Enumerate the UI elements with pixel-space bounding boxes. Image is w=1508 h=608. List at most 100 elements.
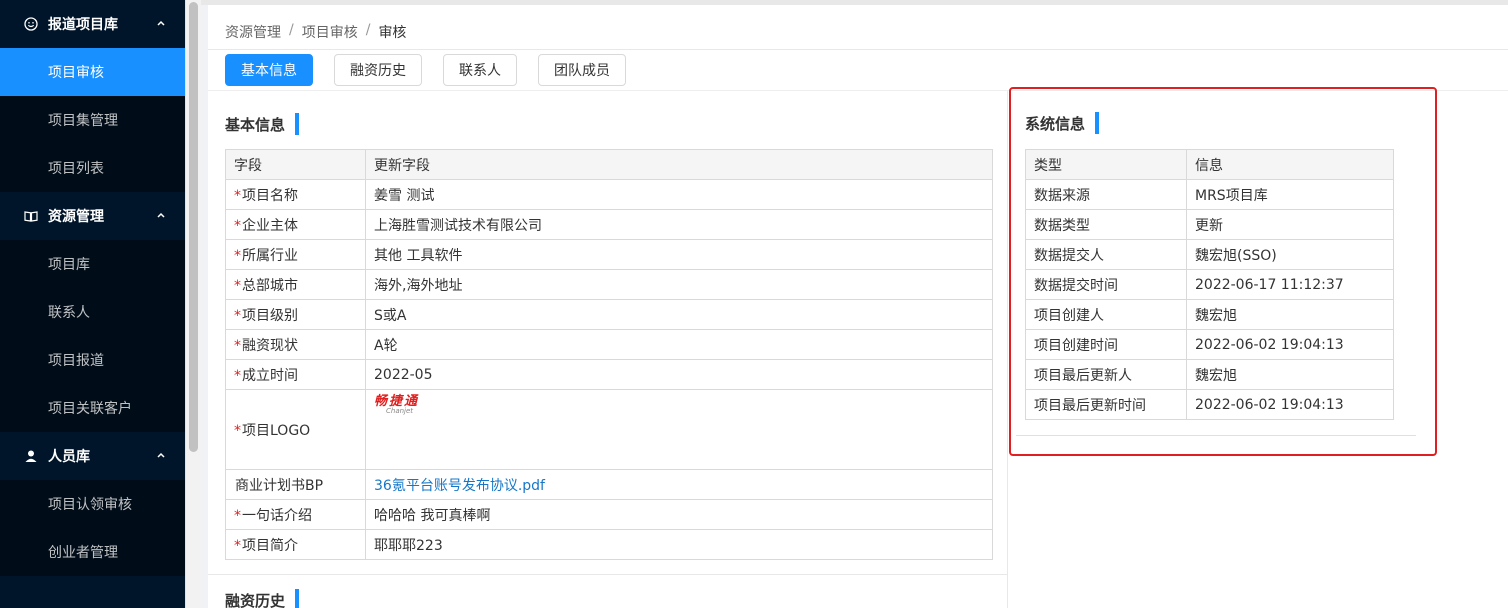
sidebar-scrollbar[interactable] bbox=[185, 0, 201, 608]
section-title-text: 系统信息 bbox=[1025, 114, 1086, 133]
table-row: *项目简介 耶耶耶223 bbox=[225, 529, 993, 560]
value-cell: 上海胜雪测试技术有限公司 bbox=[365, 209, 993, 240]
title-accent-bar bbox=[1095, 112, 1100, 134]
table-row: *一句话介绍 哈哈哈 我可真棒啊 bbox=[225, 499, 993, 530]
sidebar-group-label: 资源管理 bbox=[48, 209, 104, 225]
field-cell: *所属行业 bbox=[225, 239, 366, 270]
sidebar-item-contacts[interactable]: 联系人 bbox=[0, 288, 185, 336]
column-header: 类型 bbox=[1025, 149, 1187, 180]
sidebar-item-project-library[interactable]: 项目库 bbox=[0, 240, 185, 288]
tab-contacts[interactable]: 联系人 bbox=[443, 54, 517, 86]
value-cell: S或A bbox=[365, 299, 993, 330]
section-title-text: 融资历史 bbox=[225, 591, 286, 608]
basic-info-table: 字段 更新字段 *项目名称 姜雪 测试 *企业主体 上海胜雪测试技术有限公司 *… bbox=[225, 149, 993, 560]
sidebar-item-project-set[interactable]: 项目集管理 bbox=[0, 96, 185, 144]
info-cell: 魏宏旭 bbox=[1186, 299, 1394, 330]
column-header: 字段 bbox=[225, 149, 366, 180]
logo-cell: 畅捷通 Chanjet bbox=[365, 389, 993, 470]
sidebar-item-claim-review[interactable]: 项目认领审核 bbox=[0, 480, 185, 528]
table-row: *融资现状 A轮 bbox=[225, 329, 993, 360]
info-cell: 更新 bbox=[1186, 209, 1394, 240]
value-cell: 姜雪 测试 bbox=[365, 179, 993, 210]
sidebar-group-resource-management[interactable]: 资源管理 bbox=[0, 192, 185, 240]
main-area: 资源管理 / 项目审核 / 审核 基本信息 融资历史 联系人 团队成员 基本信息… bbox=[201, 0, 1508, 608]
type-cell: 项目创建时间 bbox=[1025, 329, 1187, 360]
sidebar-item-project-report[interactable]: 项目报道 bbox=[0, 336, 185, 384]
field-cell: 商业计划书BP bbox=[225, 469, 366, 500]
table-row: *企业主体 上海胜雪测试技术有限公司 bbox=[225, 209, 993, 240]
required-mark: * bbox=[234, 277, 241, 294]
required-mark: * bbox=[234, 367, 241, 384]
field-label: 项目级别 bbox=[242, 307, 298, 324]
tab-team-members[interactable]: 团队成员 bbox=[538, 54, 626, 86]
required-mark: * bbox=[234, 187, 241, 204]
value-cell: 耶耶耶223 bbox=[365, 529, 993, 560]
field-cell: *项目级别 bbox=[225, 299, 366, 330]
content-card: 资源管理 / 项目审核 / 审核 基本信息 融资历史 联系人 团队成员 基本信息… bbox=[208, 5, 1508, 608]
table-row: *成立时间 2022-05 bbox=[225, 359, 993, 390]
info-cell: 2022-06-17 11:12:37 bbox=[1186, 269, 1394, 300]
sidebar-group-people-library[interactable]: 人员库 bbox=[0, 432, 185, 480]
type-cell: 数据提交人 bbox=[1025, 239, 1187, 270]
column-header: 信息 bbox=[1186, 149, 1394, 180]
table-row: 项目最后更新人 魏宏旭 bbox=[1025, 359, 1394, 390]
required-mark: * bbox=[234, 247, 241, 264]
field-label: 项目LOGO bbox=[242, 422, 311, 439]
table-row: *项目级别 S或A bbox=[225, 299, 993, 330]
type-cell: 项目最后更新人 bbox=[1025, 359, 1187, 390]
bp-file-link[interactable]: 36氪平台账号发布协议.pdf bbox=[374, 478, 545, 494]
value-cell: 36氪平台账号发布协议.pdf bbox=[365, 469, 993, 500]
tab-financing-history[interactable]: 融资历史 bbox=[334, 54, 422, 86]
field-label: 项目简介 bbox=[242, 537, 298, 554]
title-accent-bar bbox=[295, 113, 300, 135]
basic-info-panel: 基本信息 字段 更新字段 *项目名称 姜雪 测试 *企业主体 上海胜雪测试技术有… bbox=[208, 91, 1008, 608]
table-row: *总部城市 海外,海外地址 bbox=[225, 269, 993, 300]
sidebar-item-project-customers[interactable]: 项目关联客户 bbox=[0, 384, 185, 432]
table-row: 项目创建人 魏宏旭 bbox=[1025, 299, 1394, 330]
required-mark: * bbox=[234, 217, 241, 234]
type-cell: 项目创建人 bbox=[1025, 299, 1187, 330]
system-info-title: 系统信息 bbox=[1025, 112, 1100, 134]
field-cell: *项目简介 bbox=[225, 529, 366, 560]
breadcrumb-current: 审核 bbox=[378, 25, 407, 41]
info-cell: 魏宏旭 bbox=[1186, 359, 1394, 390]
user-icon bbox=[24, 449, 38, 463]
column-header: 更新字段 bbox=[365, 149, 993, 180]
book-icon bbox=[24, 209, 38, 223]
table-row: 数据提交人 魏宏旭(SSO) bbox=[1025, 239, 1394, 270]
breadcrumb: 资源管理 / 项目审核 / 审核 bbox=[225, 22, 406, 42]
field-cell: *成立时间 bbox=[225, 359, 366, 390]
sidebar-item-project-list[interactable]: 项目列表 bbox=[0, 144, 185, 192]
chevron-up-icon bbox=[155, 449, 167, 461]
field-label: 商业计划书BP bbox=[235, 477, 324, 494]
required-mark: * bbox=[234, 422, 241, 439]
sidebar-item-project-review[interactable]: 项目审核 bbox=[0, 48, 185, 96]
breadcrumb-item[interactable]: 项目审核 bbox=[302, 22, 358, 42]
field-label: 总部城市 bbox=[242, 277, 298, 294]
field-label: 成立时间 bbox=[242, 367, 298, 384]
info-cell: 2022-06-02 19:04:13 bbox=[1186, 389, 1394, 420]
field-cell: *企业主体 bbox=[225, 209, 366, 240]
title-accent-bar bbox=[295, 589, 300, 608]
value-cell: 哈哈哈 我可真棒啊 bbox=[365, 499, 993, 530]
smile-icon bbox=[24, 17, 38, 31]
project-logo[interactable]: 畅捷通 Chanjet bbox=[374, 394, 419, 415]
value-cell: 海外,海外地址 bbox=[365, 269, 993, 300]
value-cell: A轮 bbox=[365, 329, 993, 360]
tab-basic-info[interactable]: 基本信息 bbox=[225, 54, 313, 86]
field-label: 融资现状 bbox=[242, 337, 298, 354]
field-label: 项目名称 bbox=[242, 187, 298, 204]
field-cell: *总部城市 bbox=[225, 269, 366, 300]
sidebar-group-report-library[interactable]: 报道项目库 bbox=[0, 0, 185, 48]
sidebar-group-label: 报道项目库 bbox=[48, 17, 118, 33]
sidebar-group-label: 人员库 bbox=[48, 449, 90, 465]
breadcrumb-item[interactable]: 资源管理 bbox=[225, 22, 281, 42]
scrollbar-thumb[interactable] bbox=[189, 2, 198, 452]
section-title-text: 基本信息 bbox=[225, 115, 286, 134]
table-row: 项目创建时间 2022-06-02 19:04:13 bbox=[1025, 329, 1394, 360]
sidebar-item-founder-management[interactable]: 创业者管理 bbox=[0, 528, 185, 576]
type-cell: 数据提交时间 bbox=[1025, 269, 1187, 300]
divider bbox=[208, 574, 1008, 575]
field-cell: *项目LOGO bbox=[225, 389, 366, 470]
required-mark: * bbox=[234, 537, 241, 554]
